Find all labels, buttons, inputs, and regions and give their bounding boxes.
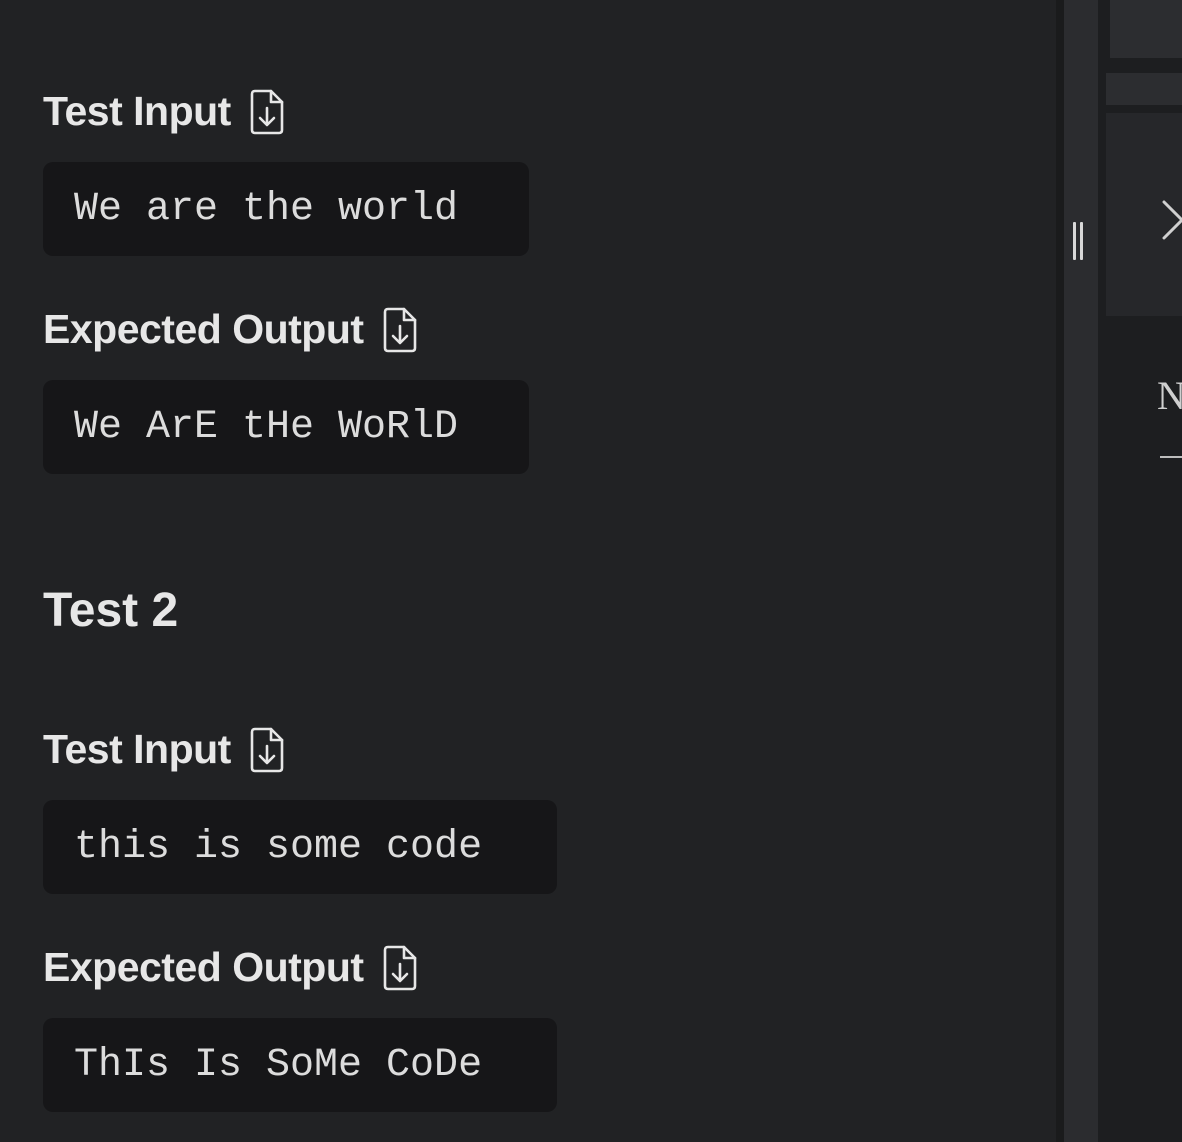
panel-resize-divider[interactable] (1056, 0, 1098, 1142)
file-download-icon[interactable] (382, 307, 418, 353)
file-download-icon[interactable] (249, 89, 285, 135)
test-1-input-label: Test Input (43, 88, 231, 134)
test-1-input-code: We are the world (43, 162, 529, 256)
test-2-output-heading: Expected Output (43, 944, 418, 991)
editor-partial-text: N (1157, 373, 1182, 418)
test-2-output-code: ThIs Is SoMe CoDe (43, 1018, 557, 1112)
file-download-icon[interactable] (382, 945, 418, 991)
test-1-input-heading: Test Input (43, 88, 285, 135)
file-download-icon[interactable] (249, 727, 285, 773)
problem-description-panel: Test Input We are the world Expected Out… (0, 0, 1056, 1142)
test-2-input-heading: Test Input (43, 726, 285, 773)
editor-panel (1098, 0, 1182, 1142)
editor-tab-bar (1106, 73, 1182, 105)
drag-handle-icon[interactable] (1071, 222, 1085, 260)
test-1-output-label: Expected Output (43, 306, 364, 352)
close-icon[interactable] (1160, 196, 1182, 240)
editor-underline (1160, 456, 1182, 458)
test-1-output-heading: Expected Output (43, 306, 418, 353)
test-2-title: Test 2 (43, 584, 179, 637)
editor-toolbar (1110, 0, 1182, 58)
test-2-input-label: Test Input (43, 726, 231, 772)
test-1-output-code: We ArE tHe WoRlD (43, 380, 529, 474)
test-2-input-code: this is some code (43, 800, 557, 894)
test-2-output-label: Expected Output (43, 944, 364, 990)
